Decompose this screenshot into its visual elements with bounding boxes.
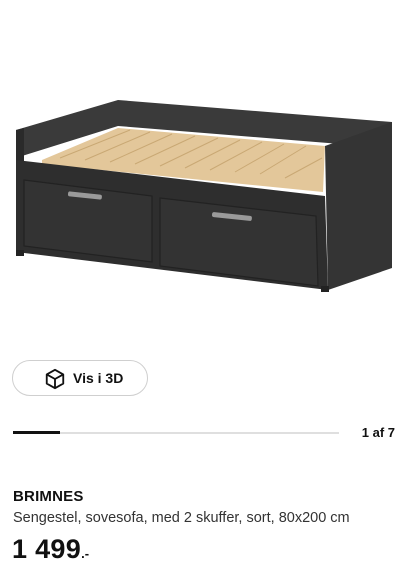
gallery-progress-track [13,431,339,434]
gallery-progress-fill [13,431,60,434]
view-in-3d-label: Vis i 3D [73,370,124,386]
price-amount: 1 499 [12,534,82,564]
bed-leg-front-left [16,250,24,256]
product-name: BRIMNES [13,488,84,505]
product-image[interactable] [0,0,411,340]
bed-leg-front-right [321,286,329,292]
product-price: 1 499.- [12,534,89,565]
gallery-page-counter: 1 af 7 [361,425,395,440]
product-description: Sengestel, sovesofa, med 2 skuffer, sort… [13,510,350,526]
bed-end-panel [325,122,392,290]
view-in-3d-button[interactable]: Vis i 3D [12,360,148,396]
cube-icon [45,368,65,390]
price-suffix: .- [81,546,90,561]
